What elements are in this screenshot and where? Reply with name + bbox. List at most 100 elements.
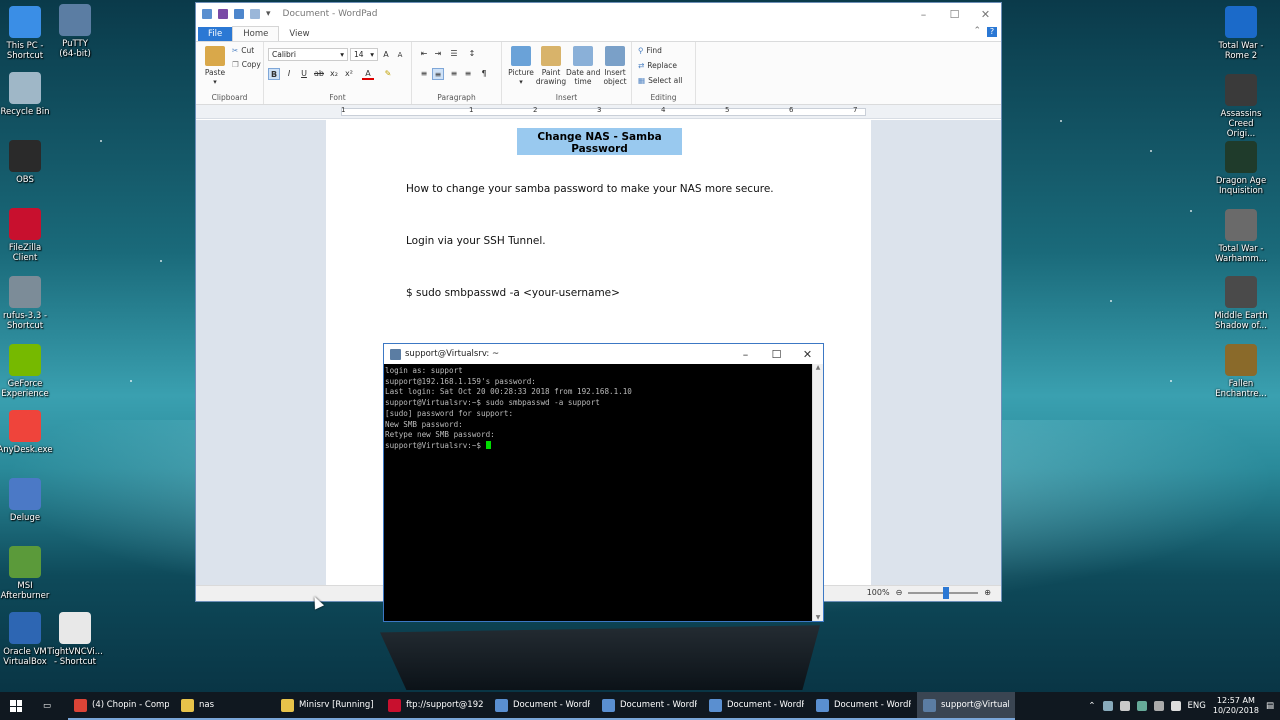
desktop-shortcut[interactable]: Assassins Creed Origi...: [1213, 73, 1269, 139]
increase-indent-icon[interactable]: ⇥: [432, 48, 444, 60]
shrink-font-icon[interactable]: A: [394, 49, 406, 61]
highlight-icon[interactable]: ✎: [382, 68, 394, 80]
paint-drawing-button[interactable]: Paint drawing: [534, 46, 568, 86]
taskbar-item[interactable]: nas: [175, 692, 275, 720]
taskbar-item[interactable]: ftp://support@192....: [382, 692, 489, 720]
wordpad-title-bar[interactable]: ▾ Document - WordPad – ☐ ✕: [196, 3, 1001, 25]
align-right-icon[interactable]: ≡: [448, 68, 460, 80]
tab-home[interactable]: Home: [232, 26, 280, 41]
maximize-button[interactable]: ☐: [761, 348, 792, 361]
putty-title-bar[interactable]: support@Virtualsrv: ~ – ☐ ✕: [384, 344, 823, 364]
date-time-button[interactable]: Date and time: [566, 46, 600, 86]
text-color-icon[interactable]: A: [362, 68, 374, 80]
desktop-shortcut[interactable]: GeForce Experience: [0, 344, 53, 399]
desktop-shortcut[interactable]: Dragon Age Inquisition: [1213, 141, 1269, 196]
taskbar-item[interactable]: support@Virtualsrv: [917, 692, 1015, 720]
font-family-select[interactable]: Calibri ▾: [268, 48, 348, 61]
zoom-out-icon[interactable]: ⊖: [896, 588, 903, 597]
paste-button[interactable]: Paste ▾: [198, 46, 232, 87]
desktop-shortcut[interactable]: AnyDesk.exe: [0, 410, 53, 455]
tray-app-icon[interactable]: [1119, 701, 1130, 711]
taskbar-item[interactable]: Document - WordP: [810, 692, 917, 720]
redo-icon[interactable]: [250, 9, 260, 19]
maximize-button[interactable]: ☐: [939, 8, 970, 21]
clock[interactable]: 12:57 AM 10/20/2018: [1213, 696, 1259, 716]
save-icon[interactable]: [218, 9, 228, 19]
tab-file[interactable]: File: [198, 27, 233, 41]
document-title[interactable]: Change NAS - Samba Password: [517, 128, 682, 155]
desktop-shortcut[interactable]: Recycle Bin: [0, 72, 53, 117]
desktop-shortcut[interactable]: Deluge: [0, 478, 53, 523]
desktop-shortcut[interactable]: MSI Afterburner: [0, 546, 53, 601]
bullets-icon[interactable]: ☰: [448, 48, 460, 60]
quick-access-dropdown-icon[interactable]: ▾: [266, 9, 271, 19]
zoom-slider-thumb[interactable]: [943, 586, 950, 599]
underline-icon[interactable]: U: [298, 68, 310, 80]
minimize-button[interactable]: –: [908, 8, 939, 21]
document-line[interactable]: $ sudo smbpasswd -a <your-username>: [406, 287, 620, 299]
undo-icon[interactable]: [234, 9, 244, 19]
line-spacing-icon[interactable]: ↕: [466, 48, 478, 60]
help-icon[interactable]: ?: [987, 27, 997, 37]
grow-font-icon[interactable]: A: [380, 49, 392, 61]
taskbar-item[interactable]: Document - WordP: [489, 692, 596, 720]
volume-icon[interactable]: [1170, 701, 1181, 711]
select-all-button[interactable]: ▦ Select all: [638, 76, 682, 85]
desktop-shortcut[interactable]: This PC - Shortcut: [0, 6, 53, 61]
scroll-down-icon[interactable]: ▼: [813, 614, 823, 621]
desktop-shortcut[interactable]: FileZilla Client: [0, 208, 53, 263]
desktop-shortcut[interactable]: Fallen Enchantre...: [1213, 343, 1269, 399]
desktop-shortcut[interactable]: rufus-3.3 - Shortcut: [0, 276, 53, 331]
font-size-select[interactable]: 14 ▾: [350, 48, 378, 61]
tray-app-icon[interactable]: [1136, 701, 1147, 711]
taskbar-item[interactable]: Minisrv [Running] - ...: [275, 692, 382, 720]
language-indicator[interactable]: ENG: [1188, 701, 1206, 711]
task-view-button[interactable]: ▭: [32, 692, 62, 720]
minimize-button[interactable]: –: [730, 348, 761, 361]
subscript-icon[interactable]: x₂: [328, 68, 340, 80]
insert-object-button[interactable]: Insert object: [598, 46, 632, 86]
zoom-slider[interactable]: [908, 586, 979, 599]
close-button[interactable]: ✕: [970, 8, 1001, 21]
taskbar-item[interactable]: (4) Chopin - Compl...: [68, 692, 175, 720]
zoom-in-icon[interactable]: ⊕: [984, 588, 991, 597]
document-line[interactable]: How to change your samba password to mak…: [406, 183, 774, 195]
notifications-icon[interactable]: ▤: [1266, 701, 1274, 711]
tab-view[interactable]: View: [279, 27, 319, 41]
paragraph-settings-icon[interactable]: ¶: [478, 68, 490, 80]
start-button[interactable]: [0, 692, 32, 720]
desktop-shortcut[interactable]: Oracle VM VirtualBox: [0, 612, 53, 667]
desktop-shortcut[interactable]: PuTTY (64-bit): [47, 4, 103, 59]
network-icon[interactable]: [1102, 701, 1113, 711]
ruler[interactable]: 1 1 2 3 4 5 6 7: [196, 105, 1001, 119]
tray-app-icon[interactable]: [1153, 701, 1164, 711]
collapse-ribbon-icon[interactable]: ⌃: [973, 26, 981, 36]
desktop-shortcut[interactable]: Total War - Warhamm...: [1213, 208, 1269, 264]
align-center-icon[interactable]: ≡: [432, 68, 444, 80]
picture-button[interactable]: Picture ▾: [504, 46, 538, 87]
terminal[interactable]: login as: support support@192.168.1.159's…: [384, 364, 812, 621]
italic-icon[interactable]: I: [283, 68, 295, 80]
desktop-shortcut[interactable]: TightVNCVi... - Shortcut: [47, 612, 103, 667]
bold-icon[interactable]: B: [268, 68, 280, 80]
desktop-shortcut[interactable]: Middle Earth Shadow of...: [1213, 276, 1269, 331]
document-line[interactable]: Login via your SSH Tunnel.: [406, 235, 546, 247]
terminal-scrollbar[interactable]: ▲ ▼: [812, 364, 823, 621]
cut-button[interactable]: ✂ Cut: [232, 46, 254, 55]
find-button[interactable]: ⚲ Find: [638, 46, 662, 55]
desktop-shortcut[interactable]: Total War - Rome 2: [1213, 6, 1269, 61]
wordpad-app-icon[interactable]: [202, 9, 212, 19]
putty-icon[interactable]: [390, 348, 401, 360]
taskbar-item[interactable]: Document - WordP: [596, 692, 703, 720]
decrease-indent-icon[interactable]: ⇤: [418, 48, 430, 60]
replace-button[interactable]: ⇄ Replace: [638, 61, 677, 70]
justify-icon[interactable]: ≡: [462, 68, 474, 80]
align-left-icon[interactable]: ≡: [418, 68, 430, 80]
superscript-icon[interactable]: x²: [343, 68, 355, 80]
close-button[interactable]: ✕: [792, 348, 823, 361]
strikethrough-icon[interactable]: ab: [313, 68, 325, 80]
tray-overflow-icon[interactable]: ⌃: [1088, 701, 1095, 711]
scroll-up-icon[interactable]: ▲: [813, 364, 823, 371]
desktop-shortcut[interactable]: OBS: [0, 140, 53, 185]
taskbar-item[interactable]: Document - WordP: [703, 692, 810, 720]
